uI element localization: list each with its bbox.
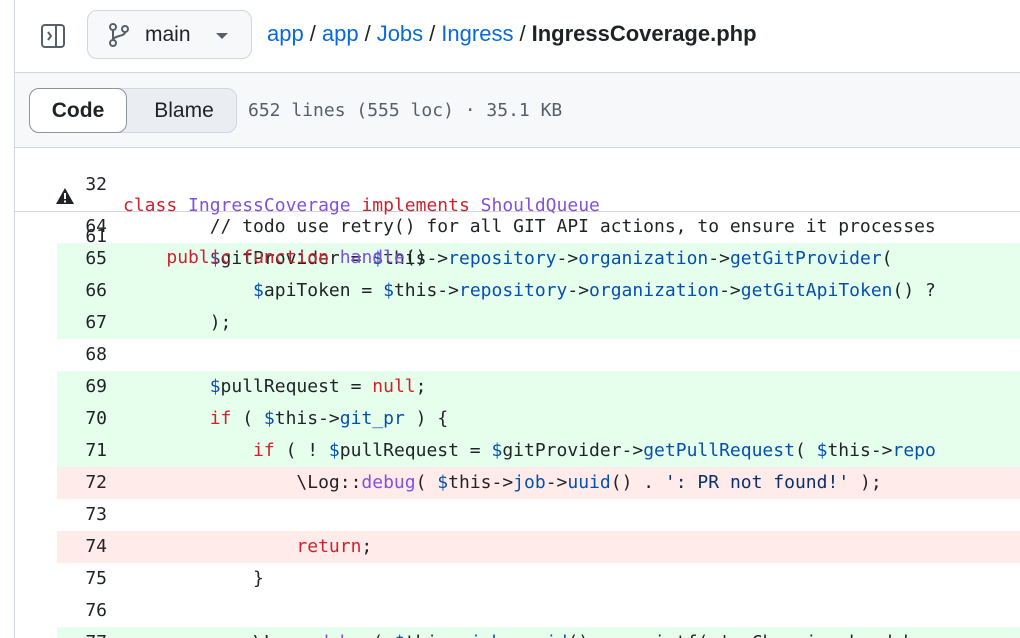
line-number[interactable]: 71 (15, 435, 107, 467)
breadcrumb-separator: / (519, 21, 526, 46)
chevron-down-icon (216, 33, 228, 39)
sticky-scope-header: 32 class IngressCoverage implements Shou… (15, 148, 1020, 268)
branch-selector-button[interactable]: main (87, 10, 252, 59)
code-line[interactable]: 77 \Log::debug( $this->job->uuid() . spr… (15, 627, 1020, 638)
code-line[interactable]: 69 $pullRequest = null; (15, 371, 1020, 403)
line-code: \Log::debug( $this->job->uuid() . sprint… (123, 627, 936, 638)
line-number[interactable]: 76 (15, 595, 107, 627)
branch-name: main (145, 23, 191, 46)
line-number[interactable]: 67 (15, 307, 107, 339)
line-number[interactable]: 75 (15, 563, 107, 595)
breadcrumb: app / app / Jobs / Ingress / IngressCoverage.php (267, 21, 757, 47)
line-code: public function handle() (166, 247, 427, 268)
breadcrumb-separator: / (309, 21, 316, 46)
file-header: main app / app / Jobs / Ingress / IngressCoverag… (0, 0, 1020, 72)
breadcrumb-link-ingress[interactable]: Ingress (441, 21, 513, 46)
code-view: 64 // todo use retry() for all GIT API a… (15, 148, 1020, 638)
breadcrumb-link-app[interactable]: app (267, 21, 304, 46)
code-line[interactable]: 66 $apiToken = $this->repository->organi… (15, 275, 1020, 307)
breadcrumb-link-app-2[interactable]: app (322, 21, 359, 46)
sidebar-collapse-icon (41, 24, 65, 48)
code-line[interactable]: 76 (15, 595, 1020, 627)
line-code: $apiToken = $this->repository->organizat… (253, 280, 936, 301)
code-line[interactable]: 70 if ( $this->git_pr ) { (15, 403, 1020, 435)
line-number[interactable]: 72 (15, 467, 107, 499)
code-line[interactable]: 72 \Log::debug( $this->job->uuid() . ': … (15, 467, 1020, 499)
line-code: $pullRequest = null; (209, 376, 427, 397)
code-line[interactable]: 67 ); (15, 307, 1020, 339)
line-code: \Log::debug( $this->job->uuid() . ': PR … (123, 472, 882, 493)
file-toolbar: Code Blame 652 lines (555 loc) · 35.1 KB (15, 72, 1020, 148)
breadcrumb-current-file: IngressCoverage.php (531, 21, 757, 46)
code-line[interactable]: 73 (15, 499, 1020, 531)
line-number: 61 (85, 226, 107, 247)
code-line[interactable]: 74 return; (15, 531, 1020, 563)
code-line[interactable]: 75 } (15, 563, 1020, 595)
blame-tab[interactable]: Blame (134, 89, 234, 132)
line-code: } (123, 568, 264, 589)
line-number[interactable]: 73 (15, 499, 107, 531)
code-line[interactable]: 68 (15, 339, 1020, 371)
line-code: if ( $this->git_pr ) { (209, 408, 449, 429)
git-branch-icon (109, 23, 129, 47)
breadcrumb-link-jobs[interactable]: Jobs (377, 21, 423, 46)
line-code: if ( ! $pullRequest = $gitProvider->getP… (253, 440, 936, 461)
line-number[interactable]: 70 (15, 403, 107, 435)
line-code: return; (296, 536, 373, 557)
code-line[interactable]: 71 if ( ! $pullRequest = $gitProvider->g… (15, 435, 1020, 467)
breadcrumb-separator: / (429, 21, 436, 46)
sidebar-toggle-button[interactable] (34, 17, 72, 55)
line-code: ); (123, 312, 232, 333)
sticky-line-function[interactable]: 61 public function handle() (15, 179, 1020, 268)
warning-icon (56, 188, 74, 204)
code-tab[interactable]: Code (29, 88, 127, 133)
file-info: 652 lines (555 loc) · 35.1 KB (248, 100, 563, 121)
line-number[interactable]: 77 (15, 627, 107, 638)
line-number[interactable]: 68 (15, 339, 107, 371)
view-mode-toggle: Code Blame (29, 88, 237, 133)
line-number[interactable]: 69 (15, 371, 107, 403)
line-number[interactable]: 74 (15, 531, 107, 563)
breadcrumb-separator: / (364, 21, 371, 46)
sticky-line-class[interactable]: 32 class IngressCoverage implements Shou… (15, 148, 1020, 216)
